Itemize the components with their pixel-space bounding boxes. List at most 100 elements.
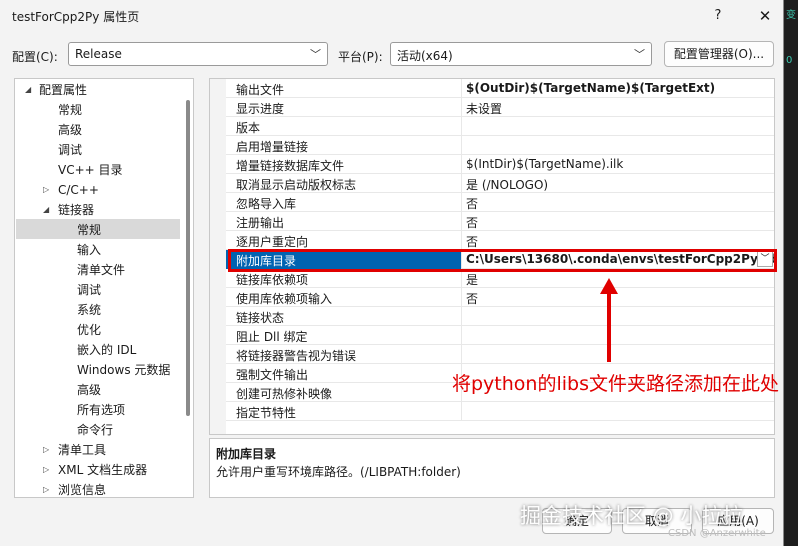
property-name: 将链接器警告视为错误 bbox=[236, 349, 357, 363]
property-row[interactable]: 将链接器警告视为错误 bbox=[226, 345, 774, 364]
property-value: 否 bbox=[466, 235, 479, 249]
column-divider bbox=[461, 136, 462, 155]
description-text: 允许用户重写环境库路径。(/LIBPATH:folder) bbox=[216, 465, 461, 479]
column-divider bbox=[461, 345, 462, 364]
tree-item[interactable]: 高级 bbox=[15, 380, 185, 400]
tree-item[interactable]: 常规 bbox=[15, 100, 185, 120]
expanded-icon[interactable]: ◢ bbox=[43, 200, 49, 220]
property-name: 取消显示启动版权标志 bbox=[236, 178, 357, 192]
config-select[interactable]: Release ﹀ bbox=[68, 42, 328, 66]
tree-item[interactable]: 嵌入的 IDL bbox=[15, 340, 185, 360]
property-row[interactable]: 忽略导入库 否 bbox=[226, 193, 774, 212]
tree-item[interactable]: 清单文件 bbox=[15, 260, 185, 280]
close-button[interactable]: ✕ bbox=[752, 4, 778, 28]
tree-item[interactable]: ▷ XML 文档生成器 bbox=[15, 460, 185, 480]
tree-item[interactable]: 高级 bbox=[15, 120, 185, 140]
property-row[interactable]: 版本 bbox=[226, 117, 774, 136]
collapsed-icon[interactable]: ▷ bbox=[43, 440, 49, 460]
property-value: $(IntDir)$(TargetName).ilk bbox=[466, 157, 624, 171]
config-label: 配置(C): bbox=[12, 50, 58, 64]
watermark: 掘金技术社区 @ 小拉拉 bbox=[520, 504, 744, 528]
property-name: 注册输出 bbox=[236, 216, 285, 230]
tree-item-label: 高级 bbox=[77, 383, 102, 397]
property-row[interactable]: 使用库依赖项输入 否 bbox=[226, 288, 774, 307]
property-name: 增量链接数据库文件 bbox=[236, 159, 345, 173]
property-row[interactable]: 增量链接数据库文件 $(IntDir)$(TargetName).ilk bbox=[226, 155, 774, 174]
config-value: Release bbox=[75, 47, 122, 61]
tree-item[interactable]: 命令行 bbox=[15, 420, 185, 440]
tree-item[interactable]: 系统 bbox=[15, 300, 185, 320]
property-row[interactable]: 指定节特性 bbox=[226, 402, 774, 421]
platform-select[interactable]: 活动(x64) ﹀ bbox=[390, 42, 652, 66]
help-button[interactable]: ? bbox=[705, 4, 731, 28]
column-divider bbox=[461, 402, 462, 421]
tree-item[interactable]: ◢ 配置属性 bbox=[15, 80, 185, 100]
tree-item[interactable]: ▷ 清单工具 bbox=[15, 440, 185, 460]
property-name: 链接状态 bbox=[236, 311, 285, 325]
tree-item[interactable]: 常规 bbox=[15, 220, 185, 240]
property-row[interactable]: 显示进度 未设置 bbox=[226, 98, 774, 117]
tree-item[interactable]: 输入 bbox=[15, 240, 185, 260]
property-name: 指定节特性 bbox=[236, 406, 297, 420]
column-divider bbox=[461, 79, 462, 98]
watermark-sub: CSDN @Anzerwhite bbox=[668, 528, 766, 539]
column-divider bbox=[461, 212, 462, 231]
tree-item[interactable]: VC++ 目录 bbox=[15, 160, 185, 180]
tree-item-label: 优化 bbox=[77, 323, 102, 337]
chevron-down-icon: ﹀ bbox=[310, 48, 321, 61]
chevron-down-icon: ﹀ bbox=[634, 48, 645, 61]
property-name: 输出文件 bbox=[236, 83, 285, 97]
tree-item[interactable]: ◢ 链接器 bbox=[15, 200, 185, 220]
collapsed-icon[interactable]: ▷ bbox=[43, 480, 49, 497]
tree-item-label: 所有选项 bbox=[77, 403, 126, 417]
property-row[interactable]: 注册输出 否 bbox=[226, 212, 774, 231]
description-panel: 附加库目录 允许用户重写环境库路径。(/LIBPATH:folder) bbox=[209, 438, 775, 498]
tree-item-label: 清单工具 bbox=[58, 443, 107, 457]
tree-item-label: 浏览信息 bbox=[58, 483, 107, 497]
editor-text: 变 bbox=[786, 10, 796, 21]
highlight-box bbox=[228, 249, 777, 272]
tree-item[interactable]: ▷ C/C++ bbox=[15, 180, 185, 200]
property-row[interactable]: 取消显示启动版权标志 是 (/NOLOGO) bbox=[226, 174, 774, 193]
tree-item[interactable]: 优化 bbox=[15, 320, 185, 340]
collapsed-icon[interactable]: ▷ bbox=[43, 460, 49, 480]
property-value: 否 bbox=[466, 292, 479, 306]
expanded-icon[interactable]: ◢ bbox=[25, 80, 31, 100]
property-row[interactable]: 启用增量链接 bbox=[226, 136, 774, 155]
property-value: 是 bbox=[466, 273, 479, 287]
tree-item-label: 调试 bbox=[77, 283, 102, 297]
tree-scrollbar[interactable] bbox=[186, 100, 190, 416]
window-title: testForCpp2Py 属性页 bbox=[12, 10, 140, 24]
title-bar: testForCpp2Py 属性页 ? ✕ bbox=[0, 0, 784, 32]
property-row[interactable]: 阻止 Dll 绑定 bbox=[226, 326, 774, 345]
property-value: $(OutDir)$(TargetName)$(TargetExt) bbox=[466, 81, 716, 95]
platform-value: 活动(x64) bbox=[397, 49, 453, 63]
property-row[interactable]: 逐用户重定向 否 bbox=[226, 231, 774, 250]
property-row[interactable]: 输出文件 $(OutDir)$(TargetName)$(TargetExt) bbox=[226, 79, 774, 98]
tree-item[interactable]: ▷ 浏览信息 bbox=[15, 480, 185, 497]
background-editor-strip bbox=[785, 0, 798, 546]
property-row[interactable]: 链接状态 bbox=[226, 307, 774, 326]
tree-item-label: 常规 bbox=[58, 103, 83, 117]
tree-item-label: 配置属性 bbox=[39, 83, 88, 97]
tree-item-label: 输入 bbox=[77, 243, 102, 257]
tree-item[interactable]: 所有选项 bbox=[15, 400, 185, 420]
tree-item-label: 高级 bbox=[58, 123, 83, 137]
config-manager-button[interactable]: 配置管理器(O)... bbox=[664, 41, 774, 67]
property-value: 是 (/NOLOGO) bbox=[466, 178, 549, 192]
property-value: 否 bbox=[466, 216, 479, 230]
description-title: 附加库目录 bbox=[216, 447, 277, 461]
tree-item[interactable]: Windows 元数据 bbox=[15, 360, 185, 380]
property-value: 未设置 bbox=[466, 102, 503, 116]
collapsed-icon[interactable]: ▷ bbox=[43, 180, 49, 200]
platform-label: 平台(P): bbox=[338, 50, 383, 64]
property-name: 创建可热修补映像 bbox=[236, 387, 333, 401]
property-name: 启用增量链接 bbox=[236, 140, 309, 154]
property-name: 忽略导入库 bbox=[236, 197, 297, 211]
tree-item[interactable]: 调试 bbox=[15, 280, 185, 300]
tree-item-label: C/C++ bbox=[58, 183, 99, 197]
tree-item-label: XML 文档生成器 bbox=[58, 463, 148, 477]
tree-item-label: 常规 bbox=[77, 223, 102, 237]
tree-item[interactable]: 调试 bbox=[15, 140, 185, 160]
property-dialog: testForCpp2Py 属性页 ? ✕ 配置(C): Release ﹀ 平… bbox=[0, 0, 784, 546]
